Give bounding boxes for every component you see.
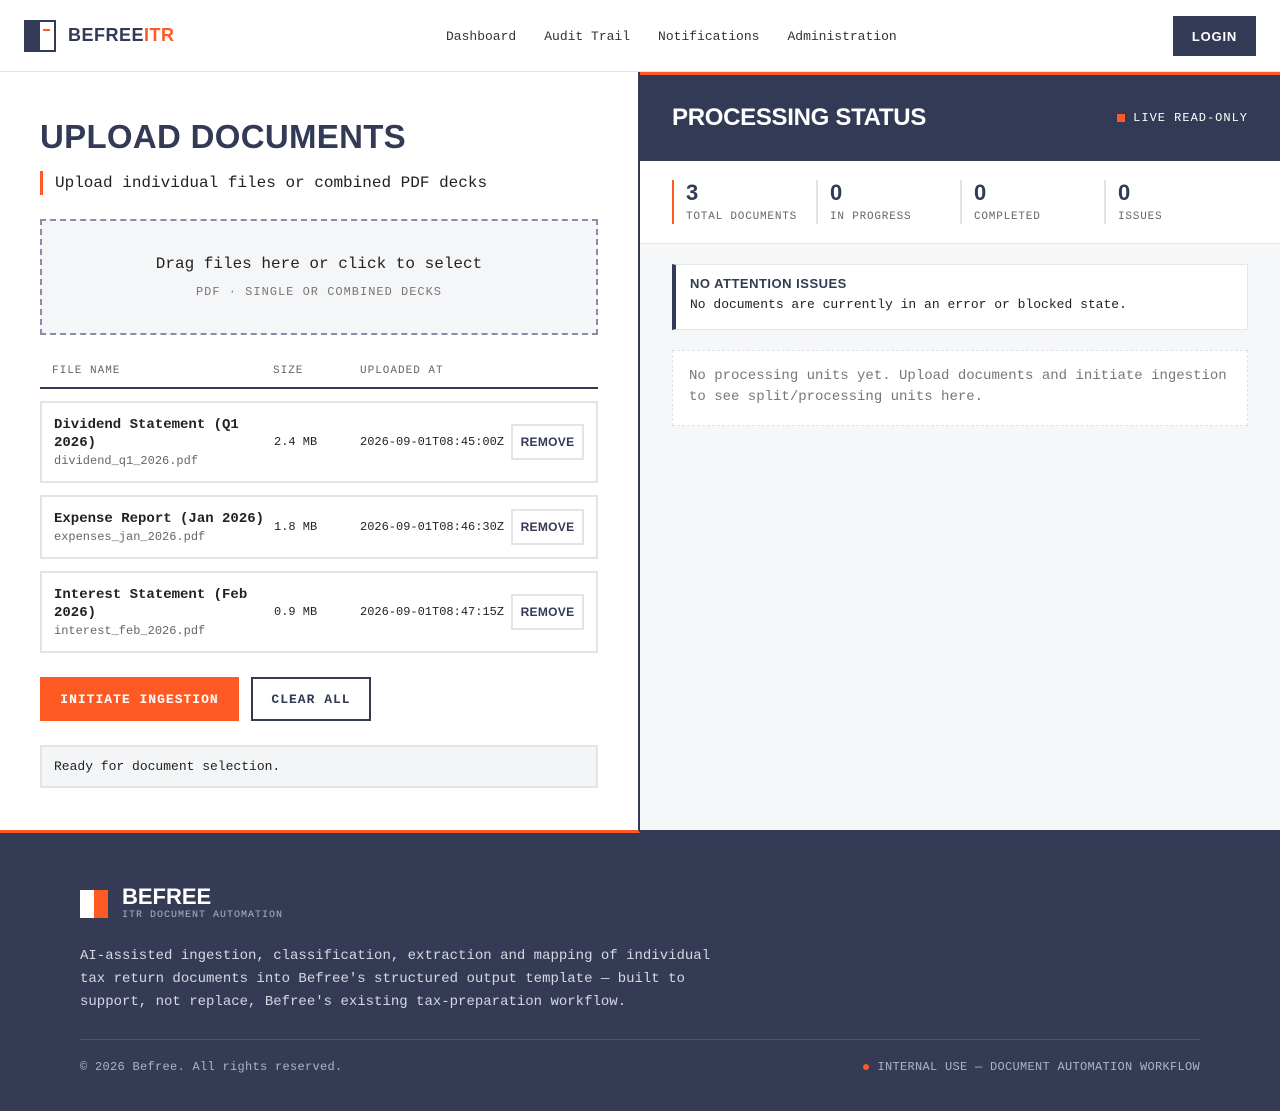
brand-name: BEFREEITR xyxy=(68,25,175,46)
file-size: 0.9 MB xyxy=(274,605,318,619)
top-header: BEFREEITR Dashboard Audit Trail Notifica… xyxy=(0,0,1280,72)
nav-notifications[interactable]: Notifications xyxy=(658,29,759,44)
file-filename: expenses_jan_2026.pdf xyxy=(54,530,206,544)
live-indicator: LIVE READ-ONLY xyxy=(1117,111,1248,125)
column-file-name: FILE NAME xyxy=(52,365,121,377)
file-name-cell: Dividend Statement (Q1 2026) dividend_q1… xyxy=(54,416,274,468)
upload-title: UPLOAD DOCUMENTS xyxy=(40,118,406,155)
file-title: Expense Report (Jan 2026) xyxy=(54,511,265,527)
file-title: Interest Statement (Feb 2026) xyxy=(54,587,248,621)
nav-audit-trail[interactable]: Audit Trail xyxy=(544,29,630,44)
stat-label: IN PROGRESS xyxy=(830,211,912,223)
page-footer: BEFREE ITR DOCUMENT AUTOMATION AI-assist… xyxy=(0,833,1280,1111)
footer-internal: INTERNAL USE — DOCUMENT AUTOMATION WORKF… xyxy=(863,1060,1200,1074)
stat-total-documents: 3 TOTAL DOCUMENTS xyxy=(672,180,816,224)
clear-all-button[interactable]: CLEAR ALL xyxy=(251,677,371,721)
file-uploaded-at: 2026-09-01T08:45:00Z xyxy=(360,435,505,449)
file-size: 2.4 MB xyxy=(274,435,318,449)
file-title: Dividend Statement (Q1 2026) xyxy=(54,417,239,451)
main-nav: Dashboard Audit Trail Notifications Admi… xyxy=(446,0,897,72)
upload-status-message: Ready for document selection. xyxy=(40,745,598,788)
upload-subtitle: Upload individual files or combined PDF … xyxy=(40,171,598,195)
footer-description: AI-assisted ingestion, classification, e… xyxy=(80,948,711,1010)
stat-value: 0 xyxy=(974,180,987,205)
stat-label: ISSUES xyxy=(1118,211,1163,223)
footer-internal-label: INTERNAL USE — DOCUMENT AUTOMATION WORKF… xyxy=(877,1060,1200,1074)
file-name-cell: Expense Report (Jan 2026) expenses_jan_2… xyxy=(54,510,274,544)
file-uploaded-at: 2026-09-01T08:46:30Z xyxy=(360,520,505,534)
dropzone-subtitle: PDF · SINGLE OR COMBINED DECKS xyxy=(195,285,443,299)
nav-administration[interactable]: Administration xyxy=(787,29,896,44)
remove-file-button[interactable]: REMOVE xyxy=(511,424,584,460)
upload-panel: UPLOAD DOCUMENTS Upload individual files… xyxy=(0,72,640,833)
stat-issues: 0 ISSUES xyxy=(1104,180,1248,224)
footer-brand: BEFREE xyxy=(122,884,212,909)
file-uploaded-at: 2026-09-01T08:47:15Z xyxy=(360,605,505,619)
processing-header: PROCESSING STATUS LIVE READ-ONLY xyxy=(640,75,1280,161)
main-content: UPLOAD DOCUMENTS Upload individual files… xyxy=(0,72,1280,833)
column-size: SIZE xyxy=(273,365,304,377)
brand-accent: ITR xyxy=(144,25,175,45)
stat-label: COMPLETED xyxy=(974,211,1041,223)
dropzone-title: Drag files here or click to select xyxy=(155,255,483,273)
remove-file-button[interactable]: REMOVE xyxy=(511,594,584,630)
live-dot-icon xyxy=(1117,114,1126,122)
file-size: 1.8 MB xyxy=(274,520,318,534)
stat-value: 0 xyxy=(830,180,843,205)
upload-actions: INITIATE INGESTION CLEAR ALL xyxy=(40,677,598,721)
file-filename: dividend_q1_2026.pdf xyxy=(54,454,199,468)
footer-tagline: ITR DOCUMENT AUTOMATION xyxy=(122,910,284,921)
attention-alert: NO ATTENTION ISSUES No documents are cur… xyxy=(672,264,1248,330)
logo[interactable]: BEFREEITR xyxy=(24,19,175,52)
file-row: Expense Report (Jan 2026) expenses_jan_2… xyxy=(40,495,598,559)
footer-copyright: © 2026 Befree. All rights reserved. xyxy=(80,1060,343,1074)
processing-stats: 3 TOTAL DOCUMENTS 0 IN PROGRESS 0 COMPLE… xyxy=(640,161,1280,244)
stat-completed: 0 COMPLETED xyxy=(960,180,1104,224)
column-uploaded-at: UPLOADED AT xyxy=(360,365,444,377)
footer-logo: BEFREE ITR DOCUMENT AUTOMATION xyxy=(80,885,1200,921)
live-label: LIVE READ-ONLY xyxy=(1133,111,1248,125)
nav-dashboard[interactable]: Dashboard xyxy=(446,29,516,44)
processing-title: PROCESSING STATUS xyxy=(672,104,927,131)
alert-title: NO ATTENTION ISSUES xyxy=(690,276,847,291)
file-name-cell: Interest Statement (Feb 2026) interest_f… xyxy=(54,586,274,638)
file-filename: interest_feb_2026.pdf xyxy=(54,624,206,638)
status-dot-icon xyxy=(863,1064,870,1070)
file-row: Interest Statement (Feb 2026) interest_f… xyxy=(40,571,598,653)
footer-logo-icon xyxy=(80,890,108,918)
alert-text: No documents are currently in an error o… xyxy=(690,297,1127,312)
footer-divider xyxy=(80,1039,1200,1040)
initiate-ingestion-button[interactable]: INITIATE INGESTION xyxy=(40,677,239,721)
processing-panel: PROCESSING STATUS LIVE READ-ONLY 3 TOTAL… xyxy=(640,72,1280,833)
logo-icon xyxy=(24,19,56,52)
stat-label: TOTAL DOCUMENTS xyxy=(686,211,798,223)
remove-file-button[interactable]: REMOVE xyxy=(511,509,584,545)
login-button[interactable]: LOGIN xyxy=(1173,16,1256,56)
footer-bottom: © 2026 Befree. All rights reserved. INTE… xyxy=(80,1060,1200,1074)
file-row: Dividend Statement (Q1 2026) dividend_q1… xyxy=(40,401,598,483)
stat-value: 0 xyxy=(1118,180,1131,205)
brand-primary: BEFREE xyxy=(68,25,145,45)
stat-in-progress: 0 IN PROGRESS xyxy=(816,180,960,224)
file-dropzone[interactable]: Drag files here or click to select PDF ·… xyxy=(40,219,598,335)
file-table-header: FILE NAME SIZE UPLOADED AT xyxy=(40,365,598,389)
processing-empty-state: No processing units yet. Upload document… xyxy=(672,350,1248,426)
stat-value: 3 xyxy=(686,180,699,205)
